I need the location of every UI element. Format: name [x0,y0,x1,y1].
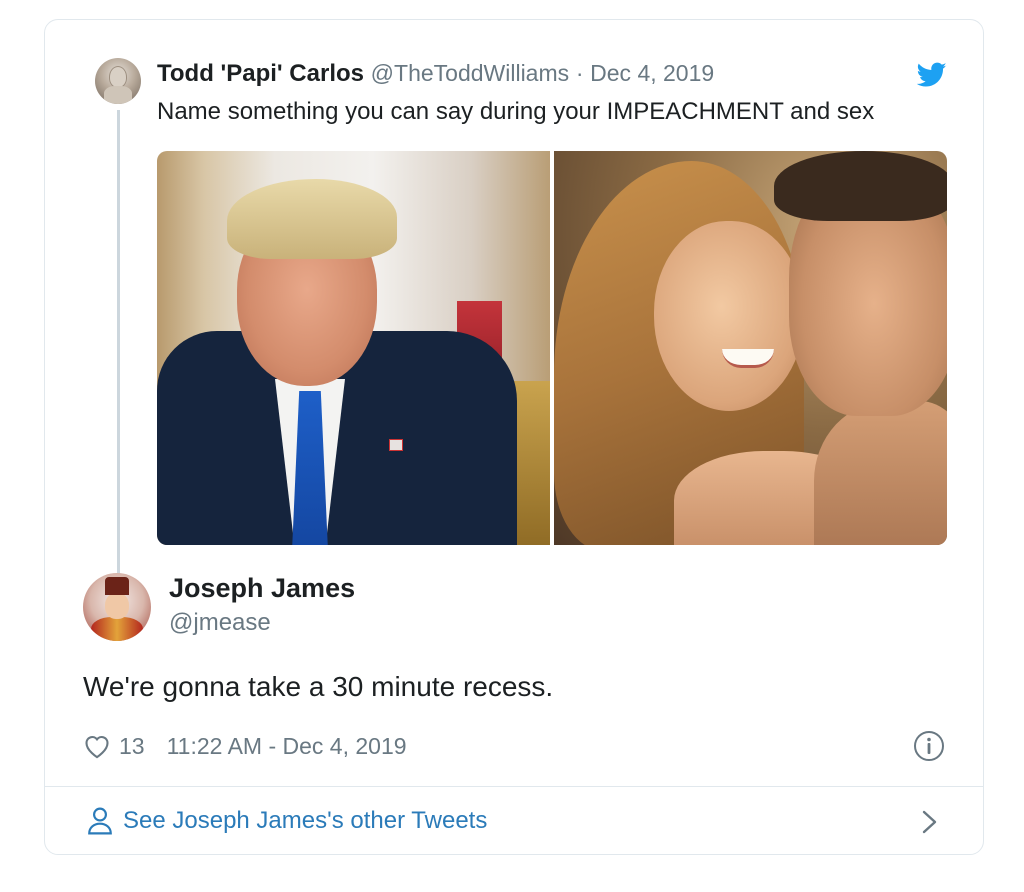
tweet-timestamp[interactable]: 11:22 AM - Dec 4, 2019 [167,733,407,760]
heart-icon[interactable] [83,733,111,759]
parent-tweet-date[interactable]: Dec 4, 2019 [590,60,714,86]
parent-author-name[interactable]: Todd 'Papi' Carlos [157,60,364,87]
twitter-bird-icon[interactable] [917,62,947,88]
thread-connector-line [117,110,120,580]
header-separator: · [575,60,584,86]
avatar-robe [91,617,143,641]
reply-avatar[interactable] [83,573,151,641]
avatar-face [105,593,129,619]
photo-man-hair [774,151,947,221]
photo-flag-pin [389,439,403,451]
info-icon[interactable] [913,730,945,762]
person-icon [88,807,112,835]
parent-author-handle[interactable]: @TheToddWilliams [371,60,569,86]
reply-tweet-text: We're gonna take a 30 minute recess. [83,671,554,702]
media-photo-left[interactable] [157,151,550,545]
parent-tweet-header: Todd 'Papi' Carlos @TheToddWilliams · De… [157,60,714,88]
tweet-footer[interactable]: See Joseph James's other Tweets [45,786,983,854]
media-photo-right[interactable] [554,151,947,545]
parent-avatar[interactable] [95,58,141,104]
tweet-meta-row: 13 11:22 AM - Dec 4, 2019 [83,731,407,761]
parent-tweet-text: Name something you can say during your I… [157,98,875,125]
chevron-right-icon[interactable] [921,809,939,835]
avatar-bust-shoulders [104,86,132,104]
reply-author-handle[interactable]: @jmease [169,609,271,637]
avatar-bust-head [109,66,127,88]
avatar-hat [105,577,129,595]
other-tweets-link[interactable]: See Joseph James's other Tweets [123,807,487,835]
photo-hair [227,179,397,259]
photo-woman-face [654,221,804,411]
reply-author-name[interactable]: Joseph James [169,573,355,604]
tweet-media-collage[interactable] [157,151,947,545]
tweet-embed-card: Todd 'Papi' Carlos @TheToddWilliams · De… [44,19,984,855]
photo-man-shoulder [814,401,947,545]
like-count[interactable]: 13 [119,733,145,760]
